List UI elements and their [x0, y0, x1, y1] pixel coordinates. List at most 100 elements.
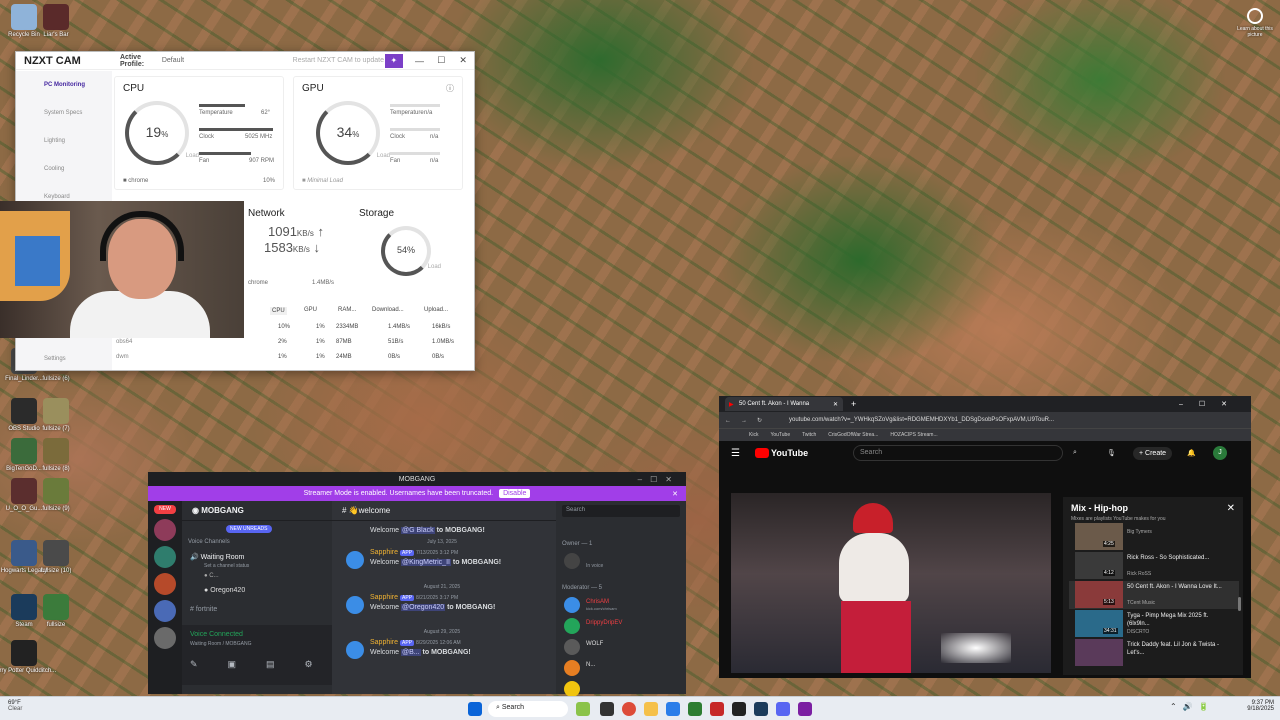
- tab-youtube[interactable]: ▶ 50 Cent ft. Akon - I Wanna ✕: [725, 397, 843, 411]
- user-mention[interactable]: @Oregon420: [401, 604, 446, 611]
- col-ram[interactable]: RAM...: [338, 307, 356, 313]
- close-banner-icon[interactable]: ✕: [672, 490, 678, 498]
- discord-icon[interactable]: [776, 702, 790, 716]
- search-icon[interactable]: ⌕: [1073, 449, 1077, 457]
- fortnite-channel[interactable]: # fortnite: [190, 606, 217, 613]
- menu-icon[interactable]: ☰: [731, 448, 740, 459]
- sidebar-item-system-specs[interactable]: System Specs: [16, 99, 112, 127]
- playlist-item[interactable]: 34:31 Tyga - Pimp Mega Mix 2025 ft. (6lx9…: [1069, 610, 1239, 638]
- app-icon[interactable]: [710, 702, 724, 716]
- task-view-icon[interactable]: [600, 702, 614, 716]
- desktop-icon[interactable]: fullsize (8): [36, 438, 76, 472]
- voice-user[interactable]: ● C...: [204, 573, 219, 579]
- avatar[interactable]: [564, 553, 580, 569]
- server-icon[interactable]: [154, 627, 176, 649]
- avatar[interactable]: J: [1213, 446, 1227, 460]
- desktop-icon[interactable]: fullsize: [36, 594, 76, 628]
- youtube-logo[interactable]: YouTube: [755, 448, 808, 458]
- bookmark-item[interactable]: Twitch: [802, 432, 816, 438]
- active-profile-dropdown[interactable]: Default: [162, 57, 293, 64]
- bookmark-item[interactable]: Kick: [749, 432, 758, 438]
- nzxt-icon[interactable]: [798, 702, 812, 716]
- voice-user[interactable]: ● Oregon420: [204, 587, 245, 594]
- close-icon[interactable]: ✕: [1227, 503, 1235, 514]
- user-mention[interactable]: @B...: [401, 649, 421, 656]
- desktop-icon[interactable]: Harry Potter Quidditch...: [0, 640, 56, 674]
- learn-about-picture-icon[interactable]: Learn about this picture: [1232, 8, 1278, 38]
- clock[interactable]: 9:37 PM 9/18/2025: [1236, 700, 1274, 712]
- server-icon[interactable]: [154, 546, 176, 568]
- user-mention[interactable]: @G Black: [401, 527, 435, 534]
- col-gpu[interactable]: GPU: [304, 307, 317, 313]
- new-tab-icon[interactable]: +: [851, 399, 856, 409]
- maximize-button[interactable]: ☐: [430, 55, 452, 66]
- server-icon[interactable]: [154, 573, 176, 595]
- sidebar-item-lighting[interactable]: Lighting: [16, 127, 112, 155]
- member-name[interactable]: ChrisAM: [586, 599, 609, 605]
- info-icon[interactable]: ⓘ: [446, 83, 454, 94]
- disable-button[interactable]: Disable: [499, 489, 531, 498]
- author-name[interactable]: Sapphire: [370, 594, 398, 601]
- col-upload[interactable]: Upload...: [424, 307, 448, 313]
- playlist-item[interactable]: 5:13 50 Cent ft. Akon - I Wanna Love It..…: [1069, 581, 1239, 609]
- server-icon[interactable]: [154, 519, 176, 541]
- desktop-icon[interactable]: fullsize (9): [36, 478, 76, 512]
- playlist-item[interactable]: 4:25 Big Tymers: [1069, 523, 1239, 551]
- youtube-search-input[interactable]: Search: [853, 445, 1063, 461]
- waiting-room-channel[interactable]: 🔊 Waiting Room: [190, 553, 244, 561]
- server-name[interactable]: ◉ MOBGANG: [182, 501, 332, 521]
- avatar[interactable]: [564, 681, 580, 697]
- edge-icon[interactable]: [666, 702, 680, 716]
- member-name[interactable]: WOLF: [586, 641, 603, 647]
- obs-icon[interactable]: [732, 702, 746, 716]
- mic-icon[interactable]: 🎙: [1107, 449, 1116, 457]
- member-name[interactable]: N...: [586, 662, 595, 668]
- channel-status[interactable]: Set a channel status: [204, 563, 249, 569]
- new-unreads-pill[interactable]: NEW UNREADS: [226, 525, 272, 533]
- avatar[interactable]: [346, 596, 364, 614]
- weather-widget[interactable]: 69°F Clear: [8, 700, 58, 712]
- user-mention[interactable]: @KingMetric_II: [401, 559, 451, 566]
- bookmark-item[interactable]: YouTube: [770, 432, 790, 438]
- chrome-icon[interactable]: [622, 702, 636, 716]
- avatar[interactable]: [564, 639, 580, 655]
- avatar[interactable]: [346, 551, 364, 569]
- voice-controls[interactable]: ✎▣▤⚙: [190, 659, 343, 670]
- playlist-item[interactable]: 4:12 Rick Ross - So Sophisticated... Rick …: [1069, 552, 1239, 580]
- sidebar-item-cooling[interactable]: Cooling: [16, 155, 112, 183]
- create-button[interactable]: + Create: [1133, 446, 1173, 460]
- address-bar[interactable]: ←→↻ youtube.com/watch?v=_YWHkqSZoVg&list…: [719, 412, 1251, 428]
- col-download[interactable]: Download...: [372, 307, 404, 313]
- close-tab-icon[interactable]: ✕: [833, 401, 838, 408]
- desktop-icon[interactable]: fullsize (10): [36, 540, 76, 574]
- server-icon[interactable]: [154, 600, 176, 622]
- sidebar-item-settings[interactable]: Settings: [16, 352, 66, 366]
- steam-icon[interactable]: [754, 702, 768, 716]
- discord-window-controls[interactable]: –☐✕: [638, 475, 680, 484]
- search-input[interactable]: Search: [562, 505, 680, 517]
- avatar[interactable]: [564, 597, 580, 613]
- update-icon[interactable]: ✦: [385, 53, 403, 68]
- tray-icons[interactable]: ⌃🔊🔋: [1170, 702, 1215, 711]
- scrollbar[interactable]: [1238, 597, 1241, 611]
- avatar[interactable]: [564, 660, 580, 676]
- bell-icon[interactable]: 🔔: [1187, 449, 1196, 457]
- start-icon[interactable]: [468, 702, 482, 716]
- bookmark-item[interactable]: HOZACIPS Stream...: [890, 432, 937, 438]
- playlist-item[interactable]: Trick Daddy feat. Lil Jon & Twista - Let…: [1069, 639, 1239, 667]
- col-cpu[interactable]: CPU: [270, 307, 287, 315]
- desktop-icon[interactable]: Liar's Bar: [36, 4, 76, 38]
- desktop-icon[interactable]: fullsize (7): [36, 398, 76, 432]
- taskbar-search[interactable]: ⌕ Search: [488, 701, 568, 717]
- member-name[interactable]: DrippyDripEV: [586, 620, 622, 626]
- app-icon[interactable]: [688, 702, 702, 716]
- avatar[interactable]: [346, 641, 364, 659]
- close-button[interactable]: ✕: [452, 55, 474, 66]
- avatar[interactable]: [564, 618, 580, 634]
- author-name[interactable]: Sapphire: [370, 639, 398, 646]
- nav-buttons[interactable]: ←→↻: [725, 417, 772, 424]
- bookmark-item[interactable]: CrisGodOfWar Strea...: [828, 432, 878, 438]
- video-player[interactable]: [731, 493, 1051, 673]
- file-explorer-icon[interactable]: [644, 702, 658, 716]
- sidebar-item-pc-monitoring[interactable]: PC Monitoring: [16, 71, 112, 99]
